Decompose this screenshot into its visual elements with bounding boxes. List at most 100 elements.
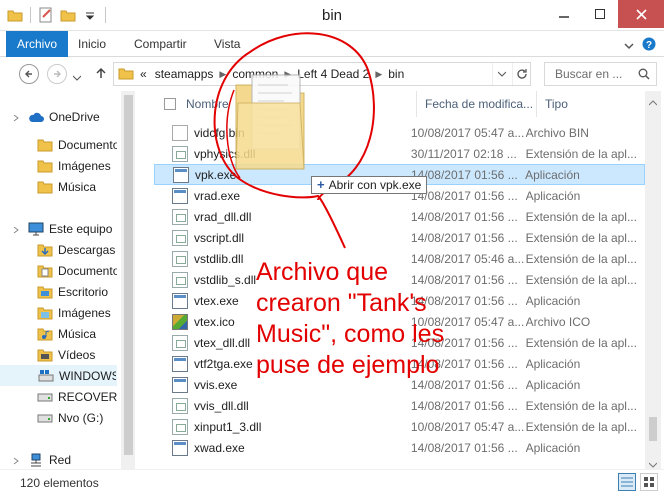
column-type[interactable]: Tipo xyxy=(537,91,645,117)
large-icons-view-button[interactable] xyxy=(640,473,658,491)
column-header: Nombre Fecha de modifica... Tipo xyxy=(140,91,645,117)
expand-chevron-icon[interactable] xyxy=(12,454,20,468)
help-icon[interactable]: ? xyxy=(642,37,656,54)
tab-archivo[interactable]: Archivo xyxy=(6,31,69,57)
expand-ribbon-icon[interactable] xyxy=(624,39,634,53)
breadcrumb-steamapps[interactable]: steamapps xyxy=(155,67,214,81)
sidebar-item[interactable]: Escritorio xyxy=(0,281,117,302)
title-bar: bin xyxy=(0,0,664,31)
table-row[interactable]: vrad_dll.dll 14/08/2017 01:56 ... Extensió… xyxy=(154,206,645,227)
table-row[interactable]: vstdlib_s.dll 14/08/2017 01:56 ... Extensi… xyxy=(154,269,645,290)
column-name[interactable]: Nombre xyxy=(154,91,417,117)
address-bar[interactable]: « steamapps ▶ common ▶ Left 4 Dead 2 ▶ b… xyxy=(113,62,531,86)
breadcrumb-left4dead2[interactable]: Left 4 Dead 2 xyxy=(297,67,369,81)
table-row[interactable]: vtex.exe 14/08/2017 01:56 ... Aplicación xyxy=(154,290,645,311)
file-type: Extensión de la apl... xyxy=(525,419,637,434)
dll-file-icon xyxy=(172,250,188,267)
table-row[interactable]: vscript.dll 14/08/2017 01:56 ... Extensión… xyxy=(154,227,645,248)
table-row[interactable]: xwad.exe 14/08/2017 01:56 ... Aplicación xyxy=(154,437,645,458)
file-name: vrad_dll.dll xyxy=(194,209,252,224)
table-row[interactable]: vstdlib.dll 14/08/2017 05:46 a... Extensió… xyxy=(154,248,645,269)
search-input[interactable]: Buscar en ... xyxy=(544,62,657,86)
scroll-thumb[interactable] xyxy=(124,95,133,455)
address-dropdown-icon[interactable] xyxy=(492,63,510,85)
details-view-button[interactable] xyxy=(618,473,636,491)
dll-file-icon xyxy=(172,229,188,246)
chevron-right-icon[interactable]: ▶ xyxy=(219,69,226,80)
sidebar-item[interactable]: Imágenes xyxy=(0,155,117,176)
exe-file-icon xyxy=(172,439,188,456)
dll-file-icon xyxy=(172,334,188,351)
back-button[interactable] xyxy=(19,64,39,84)
file-list-scrollbar[interactable] xyxy=(645,91,661,469)
breadcrumb-bin[interactable]: bin xyxy=(388,67,404,81)
file-type: Archivo ICO xyxy=(525,314,591,329)
breadcrumb-overflow[interactable]: « xyxy=(140,67,147,81)
scroll-thumb[interactable] xyxy=(649,417,657,441)
expand-chevron-icon[interactable] xyxy=(12,111,20,125)
file-type: Extensión de la apl... xyxy=(525,272,637,287)
table-row[interactable]: vpk.exe 14/08/2017 01:56 ... Aplicación xyxy=(154,164,645,185)
recent-locations-icon[interactable] xyxy=(72,70,82,84)
table-row[interactable]: xinput1_3.dll 10/08/2017 05:47 a... Extens… xyxy=(154,416,645,437)
column-date[interactable]: Fecha de modifica... xyxy=(417,91,537,117)
file-type: Extensión de la apl... xyxy=(525,146,637,161)
file-type: Aplicación xyxy=(525,188,581,203)
sidebar-item[interactable]: Música xyxy=(0,323,117,344)
table-row[interactable]: vvis.exe 14/08/2017 01:56 ... Aplicación xyxy=(154,374,645,395)
up-button[interactable] xyxy=(96,67,106,82)
cloud-icon xyxy=(28,109,44,125)
exe-file-icon xyxy=(172,376,188,393)
tab-compartir[interactable]: Compartir xyxy=(122,31,199,57)
sidebar-item-label: Nvo (G:) xyxy=(58,410,104,425)
search-placeholder: Buscar en ... xyxy=(555,67,623,81)
refresh-icon[interactable] xyxy=(512,63,530,85)
maximize-button[interactable] xyxy=(582,0,618,28)
file-name: vstdlib_s.dll xyxy=(194,272,257,287)
downloads-icon xyxy=(37,242,53,258)
scroll-up-icon[interactable] xyxy=(648,95,658,109)
sidebar-item[interactable]: Imágenes xyxy=(0,302,117,323)
minimize-button[interactable] xyxy=(546,0,582,28)
table-row[interactable]: vrad.exe 14/08/2017 01:56 ... Aplicación xyxy=(154,185,645,206)
search-icon[interactable] xyxy=(638,63,650,87)
table-row[interactable]: vidcfg.bin 10/08/2017 05:47 a... Archivo B… xyxy=(154,122,645,143)
sidebar-item[interactable]: Nvo (G:) xyxy=(0,407,117,428)
navigation-scrollbar[interactable] xyxy=(121,91,135,469)
file-name: vtf2tga.exe xyxy=(194,356,253,371)
videos-icon xyxy=(37,347,53,363)
table-row[interactable]: vvis_dll.dll 14/08/2017 01:56 ... Extensió… xyxy=(154,395,645,416)
sidebar-item[interactable]: WINDOWS xyxy=(0,365,117,386)
sidebar-item[interactable]: Descargas xyxy=(0,239,117,260)
table-row[interactable]: vtex_dll.dll 14/08/2017 01:56 ... Extensió… xyxy=(154,332,645,353)
ribbon: Archivo Inicio Compartir Vista ? xyxy=(0,31,664,57)
tab-vista[interactable]: Vista xyxy=(202,31,252,57)
sidebar-item-label: Este equipo xyxy=(49,221,113,236)
file-name: vvis_dll.dll xyxy=(194,398,249,413)
close-button[interactable] xyxy=(618,0,664,28)
forward-button[interactable] xyxy=(47,64,67,84)
file-name: vpk.exe xyxy=(195,167,237,182)
sidebar-item[interactable]: Este equipo xyxy=(0,218,117,239)
table-row[interactable]: vtf2tga.exe 14/08/2017 01:56 ... Aplicació… xyxy=(154,353,645,374)
tab-inicio[interactable]: Inicio xyxy=(66,31,118,57)
drive-icon xyxy=(37,389,53,405)
table-row[interactable]: vtex.ico 10/08/2017 05:47 a... Archivo ICO xyxy=(154,311,645,332)
sidebar-item[interactable]: RECOVERY xyxy=(0,386,117,407)
expand-chevron-icon[interactable] xyxy=(12,223,20,237)
chevron-right-icon[interactable]: ▶ xyxy=(284,69,291,80)
sidebar-item[interactable]: Música xyxy=(0,176,117,197)
sidebar-item[interactable]: OneDrive xyxy=(0,106,117,127)
sidebar-item[interactable]: Vídeos xyxy=(0,344,117,365)
file-type: Extensión de la apl... xyxy=(525,230,637,245)
sidebar-item[interactable]: Documentos xyxy=(0,134,117,155)
sidebar-item[interactable]: Red xyxy=(0,449,117,470)
chevron-right-icon[interactable]: ▶ xyxy=(375,69,382,80)
sidebar-item[interactable]: Documentos xyxy=(0,260,117,281)
breadcrumb-common[interactable]: common xyxy=(232,67,278,81)
file-type: Extensión de la apl... xyxy=(525,398,637,413)
table-row[interactable]: vphysics.dll 30/11/2017 02:18 ... Extensió… xyxy=(154,143,645,164)
select-all-checkbox[interactable] xyxy=(164,98,176,110)
file-type: Extensión de la apl... xyxy=(525,251,637,266)
file-date: 14/08/2017 01:56 ... xyxy=(410,377,518,392)
